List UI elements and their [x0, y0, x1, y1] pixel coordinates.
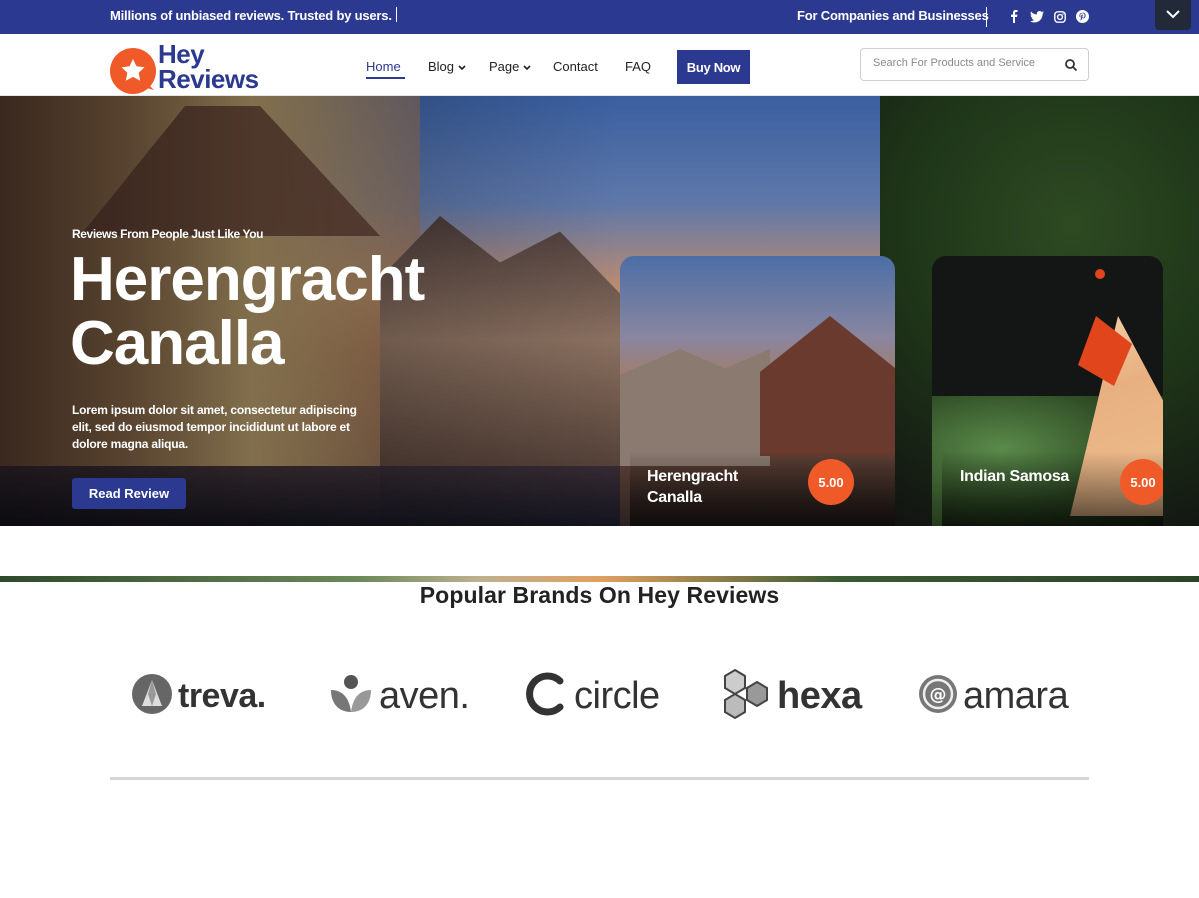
hero-title: Herengracht Canalla: [70, 245, 425, 378]
search-input[interactable]: [873, 57, 1053, 69]
brand-name: aven.: [379, 674, 470, 717]
logo-badge: [110, 48, 156, 94]
brand-logo-circle[interactable]: circle: [524, 670, 660, 722]
search-icon[interactable]: [1064, 58, 1078, 72]
treva-logo-icon: [130, 672, 174, 721]
social-links: [1006, 9, 1090, 24]
search-box: [860, 48, 1089, 81]
nav-blog[interactable]: Blog: [428, 59, 466, 74]
brand-logo-amara[interactable]: @ amara: [917, 670, 1069, 722]
rating-badge: 5.00: [808, 459, 854, 505]
header-toggle-button[interactable]: [1155, 0, 1191, 30]
brand-logo-treva[interactable]: treva.: [130, 670, 266, 722]
nav-page[interactable]: Page: [489, 59, 531, 74]
topbar-divider: [396, 7, 397, 22]
review-card[interactable]: Indian Samosa 5.00: [932, 256, 1163, 526]
tagline: Millions of unbiased reviews. Trusted by…: [110, 8, 392, 23]
circle-logo-icon: [524, 671, 570, 722]
top-bar: Millions of unbiased reviews. Trusted by…: [0, 0, 1199, 34]
review-card[interactable]: Herengracht Canalla 5.00: [620, 256, 895, 526]
hero-banner: Reviews From People Just Like You Hereng…: [0, 96, 1199, 526]
rating-badge: 5.00: [1120, 459, 1163, 505]
pinterest-icon[interactable]: [1075, 9, 1090, 24]
nav-blog-label: Blog: [428, 59, 455, 74]
brand-logo-hexa[interactable]: hexa: [721, 668, 862, 725]
nav-home[interactable]: Home: [366, 59, 401, 74]
nav-contact[interactable]: Contact: [553, 59, 598, 74]
brand-name: treva.: [178, 676, 266, 715]
card-image: [760, 316, 895, 456]
buy-now-button[interactable]: Buy Now: [677, 50, 750, 84]
companies-link[interactable]: For Companies and Businesses: [797, 8, 989, 23]
amara-logo-icon: @: [917, 673, 959, 720]
card-image: [620, 349, 770, 466]
card-title: Herengracht Canalla: [647, 468, 738, 506]
section-divider: [110, 777, 1089, 780]
topbar-divider: [986, 7, 987, 27]
brands-section-title: Popular Brands On Hey Reviews: [419, 582, 780, 608]
twitter-icon[interactable]: [1029, 9, 1044, 24]
site-logo[interactable]: Hey Reviews: [110, 39, 260, 94]
instagram-icon[interactable]: [1052, 9, 1067, 24]
hero-description: Lorem ipsum dolor sit amet, consectetur …: [72, 403, 357, 451]
chevron-down-icon: [1166, 6, 1180, 24]
site-header: Hey Reviews Home Blog Page Contact FAQ B…: [0, 34, 1199, 96]
nav-faq[interactable]: FAQ: [625, 59, 651, 74]
svg-text:@: @: [930, 685, 947, 705]
facebook-icon[interactable]: [1006, 9, 1021, 24]
card-title: Indian Samosa: [960, 468, 1070, 485]
chevron-down-icon: [458, 64, 466, 70]
read-review-button[interactable]: Read Review: [72, 478, 186, 509]
brand-name: amara: [963, 674, 1069, 717]
nav-active-indicator: [366, 77, 405, 79]
nav-page-label: Page: [489, 59, 520, 74]
brand-name: hexa: [777, 674, 862, 717]
hero-subtitle: Reviews From People Just Like You: [72, 227, 264, 241]
brand-name: circle: [574, 674, 660, 717]
hexa-logo-icon: [721, 668, 773, 725]
brand-logo-aven[interactable]: aven.: [327, 670, 470, 723]
logo-text-line2: Reviews: [158, 64, 259, 94]
star-icon: [121, 59, 154, 90]
chevron-down-icon: [523, 64, 531, 70]
card-image: [1095, 269, 1105, 279]
aven-logo-icon: [327, 670, 375, 723]
